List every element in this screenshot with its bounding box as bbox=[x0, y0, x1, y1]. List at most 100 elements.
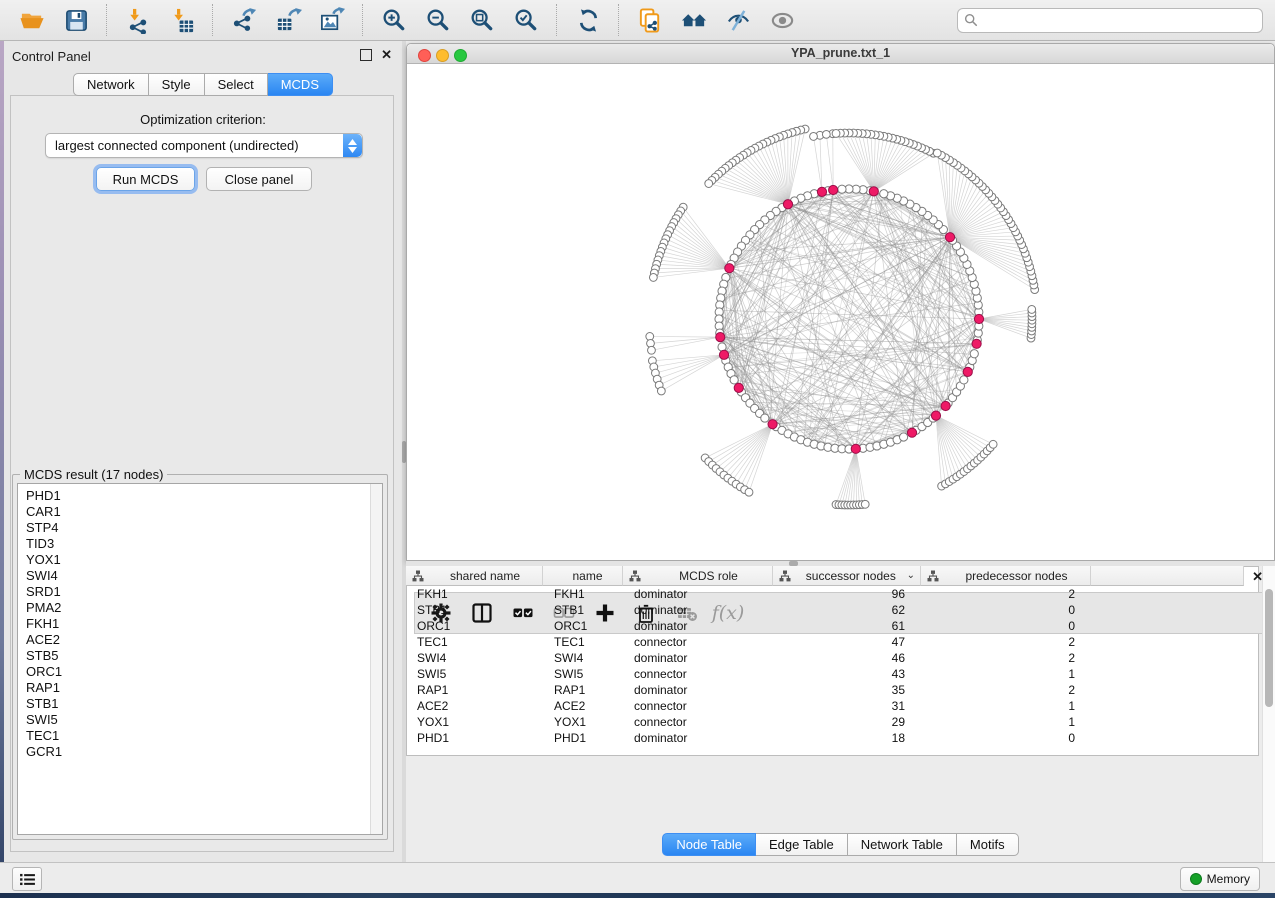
save-session-icon[interactable] bbox=[61, 5, 91, 35]
memory-button[interactable]: Memory bbox=[1180, 867, 1260, 891]
graph-leaf-node[interactable] bbox=[989, 440, 997, 448]
graph-leaf-node[interactable] bbox=[1028, 306, 1036, 314]
table-row[interactable]: YOX1YOX1connector291 bbox=[406, 714, 1091, 730]
graph-node[interactable] bbox=[838, 185, 846, 193]
clone-network-icon[interactable] bbox=[635, 5, 665, 35]
graph-leaf-node[interactable] bbox=[861, 500, 869, 508]
table-row[interactable]: RAP1RAP1dominator352 bbox=[406, 682, 1091, 698]
graph-leaf-node[interactable] bbox=[705, 180, 713, 188]
table-row[interactable]: ACE2ACE2connector311 bbox=[406, 698, 1091, 714]
column-header-predecessor-nodes[interactable]: predecessor nodes bbox=[921, 566, 1091, 586]
mcds-result-list[interactable]: PHD1CAR1STP4TID3YOX1SWI4SRD1PMA2FKH1ACE2… bbox=[17, 483, 383, 835]
graph-node[interactable] bbox=[960, 376, 968, 384]
tab-select[interactable]: Select bbox=[205, 73, 268, 96]
tab-mcds[interactable]: MCDS bbox=[268, 73, 333, 96]
graph-leaf-node[interactable] bbox=[745, 488, 753, 496]
graph-leaf-node[interactable] bbox=[648, 346, 656, 354]
mcds-result-item[interactable]: SWI5 bbox=[26, 712, 62, 728]
tab-network[interactable]: Network bbox=[73, 73, 149, 96]
mcds-result-item[interactable]: SRD1 bbox=[26, 584, 62, 600]
mcds-result-item[interactable]: FKH1 bbox=[26, 616, 62, 632]
optimization-criterion-select[interactable]: largest connected component (undirected) bbox=[45, 133, 363, 158]
tab-motifs[interactable]: Motifs bbox=[957, 833, 1019, 856]
graph-hub-node[interactable] bbox=[869, 187, 878, 196]
search-box[interactable] bbox=[957, 8, 1263, 33]
graph-hub-node[interactable] bbox=[907, 428, 916, 437]
graph-hub-node[interactable] bbox=[734, 383, 743, 392]
tab-edge-table[interactable]: Edge Table bbox=[756, 833, 848, 856]
show-hidden-icon[interactable] bbox=[767, 5, 797, 35]
mcds-result-item[interactable]: STP4 bbox=[26, 520, 62, 536]
mcds-result-item[interactable]: GCR1 bbox=[26, 744, 62, 760]
graph-hub-node[interactable] bbox=[783, 200, 792, 209]
search-input[interactable] bbox=[983, 12, 1256, 28]
table-row[interactable]: FKH1FKH1dominator962 bbox=[406, 586, 1091, 602]
import-network-icon[interactable] bbox=[123, 5, 153, 35]
mcds-list-scrollbar[interactable] bbox=[370, 484, 382, 834]
graph-hub-node[interactable] bbox=[972, 339, 981, 348]
run-mcds-button[interactable]: Run MCDS bbox=[96, 167, 195, 191]
graph-leaf-node[interactable] bbox=[822, 130, 830, 138]
graph-node[interactable] bbox=[970, 350, 978, 358]
column-header-shared-name[interactable]: shared name bbox=[406, 566, 543, 586]
graph-hub-node[interactable] bbox=[851, 444, 860, 453]
graph-leaf-node[interactable] bbox=[810, 133, 818, 141]
table-row[interactable]: SWI5SWI5connector431 bbox=[406, 666, 1091, 682]
export-image-icon[interactable] bbox=[317, 5, 347, 35]
task-history-button[interactable] bbox=[12, 867, 42, 891]
zoom-fit-icon[interactable] bbox=[467, 5, 497, 35]
table-row[interactable]: PHD1PHD1dominator180 bbox=[406, 730, 1091, 746]
network-window-titlebar[interactable]: YPA_prune.txt_1 bbox=[407, 44, 1274, 64]
graph-leaf-node[interactable] bbox=[657, 387, 665, 395]
graph-node[interactable] bbox=[899, 433, 907, 441]
mcds-result-item[interactable]: TID3 bbox=[26, 536, 62, 552]
export-network-icon[interactable] bbox=[229, 5, 259, 35]
show-all-icon[interactable] bbox=[679, 5, 709, 35]
zoom-in-icon[interactable] bbox=[379, 5, 409, 35]
mcds-result-item[interactable]: PMA2 bbox=[26, 600, 62, 616]
mcds-result-item[interactable]: STB1 bbox=[26, 696, 62, 712]
mcds-result-item[interactable]: ORC1 bbox=[26, 664, 62, 680]
mcds-result-item[interactable]: YOX1 bbox=[26, 552, 62, 568]
tab-style[interactable]: Style bbox=[149, 73, 205, 96]
mcds-result-item[interactable]: PHD1 bbox=[26, 488, 62, 504]
graph-node[interactable] bbox=[880, 190, 888, 198]
column-header-MCDS-role[interactable]: MCDS role bbox=[623, 566, 773, 586]
mcds-result-item[interactable]: CAR1 bbox=[26, 504, 62, 520]
hide-selected-icon[interactable] bbox=[723, 5, 753, 35]
graph-hub-node[interactable] bbox=[963, 367, 972, 376]
graph-hub-node[interactable] bbox=[974, 314, 983, 323]
network-graph-canvas[interactable] bbox=[407, 64, 1274, 560]
graph-hub-node[interactable] bbox=[817, 187, 826, 196]
graph-hub-node[interactable] bbox=[829, 185, 838, 194]
close-panel-button[interactable]: Close panel bbox=[206, 167, 312, 191]
tab-node-table[interactable]: Node Table bbox=[662, 833, 756, 856]
graph-hub-node[interactable] bbox=[725, 264, 734, 273]
table-row[interactable]: TEC1TEC1connector472 bbox=[406, 634, 1091, 650]
graph-node[interactable] bbox=[761, 414, 769, 422]
graph-hub-node[interactable] bbox=[716, 332, 725, 341]
graph-hub-node[interactable] bbox=[768, 420, 777, 429]
mcds-result-item[interactable]: STB5 bbox=[26, 648, 62, 664]
close-panel-icon[interactable]: ✕ bbox=[381, 50, 392, 60]
graph-hub-node[interactable] bbox=[941, 401, 950, 410]
column-header-name[interactable]: name bbox=[543, 566, 623, 586]
graph-node[interactable] bbox=[730, 376, 738, 384]
graph-hub-node[interactable] bbox=[945, 233, 954, 242]
tab-network-table[interactable]: Network Table bbox=[848, 833, 957, 856]
graph-hub-node[interactable] bbox=[719, 350, 728, 359]
float-panel-icon[interactable] bbox=[360, 49, 372, 61]
mcds-result-item[interactable]: ACE2 bbox=[26, 632, 62, 648]
mcds-result-item[interactable]: RAP1 bbox=[26, 680, 62, 696]
zoom-selected-icon[interactable] bbox=[511, 5, 541, 35]
graph-leaf-node[interactable] bbox=[933, 149, 941, 157]
refresh-icon[interactable] bbox=[573, 5, 603, 35]
graph-leaf-node[interactable] bbox=[649, 274, 657, 282]
column-header-successor-nodes[interactable]: successor nodes⌄ bbox=[773, 566, 921, 586]
graph-hub-node[interactable] bbox=[931, 411, 940, 420]
mcds-result-item[interactable]: SWI4 bbox=[26, 568, 62, 584]
import-table-icon[interactable] bbox=[167, 5, 197, 35]
table-row[interactable]: STB1STB1dominator620 bbox=[406, 602, 1091, 618]
mcds-result-item[interactable]: TEC1 bbox=[26, 728, 62, 744]
table-row[interactable]: ORC1ORC1dominator610 bbox=[406, 618, 1091, 634]
